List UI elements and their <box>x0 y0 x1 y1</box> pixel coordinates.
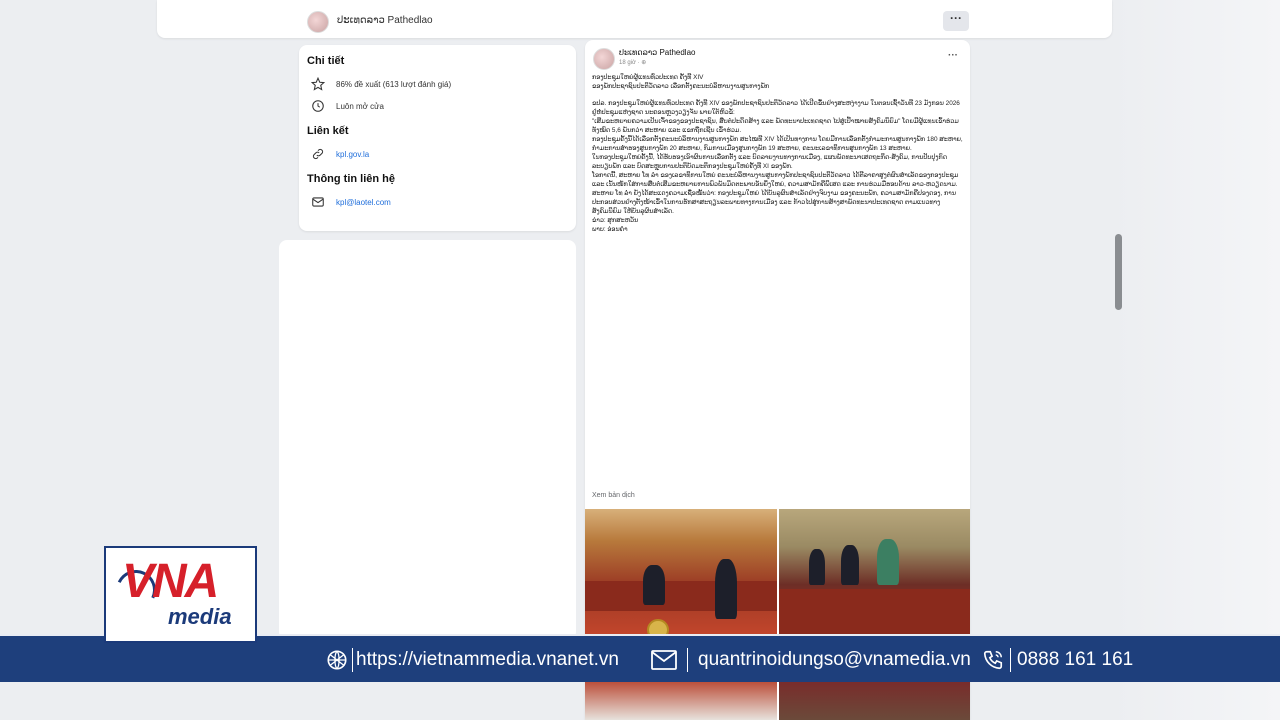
divider <box>352 648 353 672</box>
page-avatar[interactable] <box>307 11 329 33</box>
scrollbar-thumb[interactable] <box>1115 234 1122 310</box>
person-figure <box>715 559 737 619</box>
star-icon <box>310 76 326 92</box>
person-figure <box>643 565 665 605</box>
phone-item: 0888 161 161 <box>982 636 1133 684</box>
post-title-line: ກອງປະຊຸມໃຫຍ່ຜູ້ແທນທົ່ວປະເທດ ຄັ້ງທີ XIV <box>592 74 704 81</box>
rating-row: 86% đề xuất (613 lượt đánh giá) <box>307 73 568 95</box>
contact-heading: Thông tin liên hệ <box>307 173 395 185</box>
post-text: ກອງປະຊຸມໃຫຍ່ຜູ້ແທນທົ່ວປະເທດ ຄັ້ງທີ XIV ຂ… <box>592 73 964 234</box>
post-title-line: ຂອງພັກປະຊາຊົນປະຕິວັດລາວ ເລືອກຕັ້ງຄະນະບໍລ… <box>592 83 770 90</box>
website-item: https://vietnammedia.vnanet.vn <box>326 636 619 684</box>
person-figure <box>841 545 859 585</box>
post-photo[interactable] <box>585 679 777 720</box>
post-photo[interactable] <box>779 509 970 635</box>
globe-icon <box>326 649 348 671</box>
email-row[interactable]: kpl@laotel.com <box>307 191 568 213</box>
details-heading: Chi tiết <box>307 55 345 67</box>
post-timestamp[interactable]: 18 giờ · ⊕ <box>619 59 646 66</box>
clock-icon <box>310 98 326 114</box>
hours-text: Luôn mở cửa <box>336 101 384 111</box>
post-credit: ພາບ: ອ່ອນຄຳ <box>592 226 628 233</box>
emblem-image <box>647 619 669 635</box>
post-photo[interactable] <box>585 509 777 635</box>
page-name[interactable]: ປະເທດລາວ Pathedlao <box>337 15 433 26</box>
post-credit: ຂ່າວ: ສຸກສະຫວັນ <box>592 217 639 224</box>
person-figure <box>877 539 899 585</box>
post-paragraph: "ເສີມຂະຫຍາຍຄວາມເປັນເຈົ້າຂອງຂອງປະຊາຊົນ, ສ… <box>592 118 959 134</box>
links-heading: Liên kết <box>307 125 349 137</box>
post-paragraph: ຂປລ. ກອງປະຊຸມໃຫຍ່ຜູ້ແທນທົ່ວປະເທດ ຄັ້ງທີ … <box>592 100 960 116</box>
post-photo-grid <box>585 509 970 720</box>
person-figure <box>809 549 825 585</box>
page-info-card: Chi tiết 86% đề xuất (613 lượt đánh giá)… <box>299 45 576 231</box>
post-author-avatar[interactable] <box>593 48 615 70</box>
mail-icon <box>310 194 326 210</box>
post-paragraph: ໃນກອງປະຊຸມໃຫຍ່ຄັ້ງນີ້, ໄດ້ຮັບຮອງເອົາຜົນກ… <box>592 154 947 170</box>
desk-shape <box>585 581 777 611</box>
post-paragraph: ສະຫາຍ ໂທ ລຳ ຍັງໄດ້ສະແດງຄວາມເຊື່ອໝັ້ນວ່າ:… <box>592 190 956 215</box>
more-options-button[interactable]: ··· <box>943 11 969 31</box>
logo-sub-text: media <box>168 604 232 629</box>
post-paragraph: ກອງປະຊຸມຄັ້ງນີ້ໄດ້ເລືອກຕັ້ງຄະນະບໍລິຫານງາ… <box>592 136 963 152</box>
divider <box>1010 648 1011 672</box>
post-author-name[interactable]: ປະເທດລາວ Pathedlao <box>619 48 695 57</box>
website-link[interactable]: kpl.gov.la <box>336 150 369 159</box>
phone-icon <box>982 649 1004 671</box>
post-card: ປະເທດລາວ Pathedlao 18 giờ · ⊕ ··· ກອງປະຊ… <box>585 40 970 720</box>
email-text: quantrinoidungso@vnamedia.vn <box>698 649 971 670</box>
website-text: https://vietnammedia.vnanet.vn <box>356 649 619 670</box>
logo-brand-text: VNA <box>122 555 219 608</box>
post-more-icon[interactable]: ··· <box>948 50 958 61</box>
see-translation-link[interactable]: Xem bản dịch <box>592 492 635 499</box>
right-side-area <box>1110 0 1280 720</box>
envelope-icon <box>651 650 677 670</box>
loading-card <box>279 240 576 640</box>
email-link[interactable]: kpl@laotel.com <box>336 198 391 207</box>
divider <box>687 648 688 672</box>
link-icon <box>310 146 326 162</box>
post-header: ປະເທດລາວ Pathedlao 18 giờ · ⊕ ··· <box>593 48 962 72</box>
post-photo[interactable] <box>779 679 970 720</box>
website-row[interactable]: kpl.gov.la <box>307 143 568 165</box>
phone-text: 0888 161 161 <box>1017 649 1134 670</box>
vna-media-logo: VNA media <box>104 546 257 643</box>
email-item: quantrinoidungso@vnamedia.vn <box>651 636 971 684</box>
post-paragraph: ໂອກາດນີ້, ສະຫາຍ ໂທ ລຳ ຂອງເລຂາທິການໃຫຍ່ ຄ… <box>592 172 959 188</box>
desk-shape <box>779 589 970 635</box>
page-header-bar: ປະເທດລາວ Pathedlao ··· <box>157 0 1112 38</box>
hours-row: Luôn mở cửa <box>307 95 568 117</box>
rating-text: 86% đề xuất (613 lượt đánh giá) <box>336 79 452 89</box>
